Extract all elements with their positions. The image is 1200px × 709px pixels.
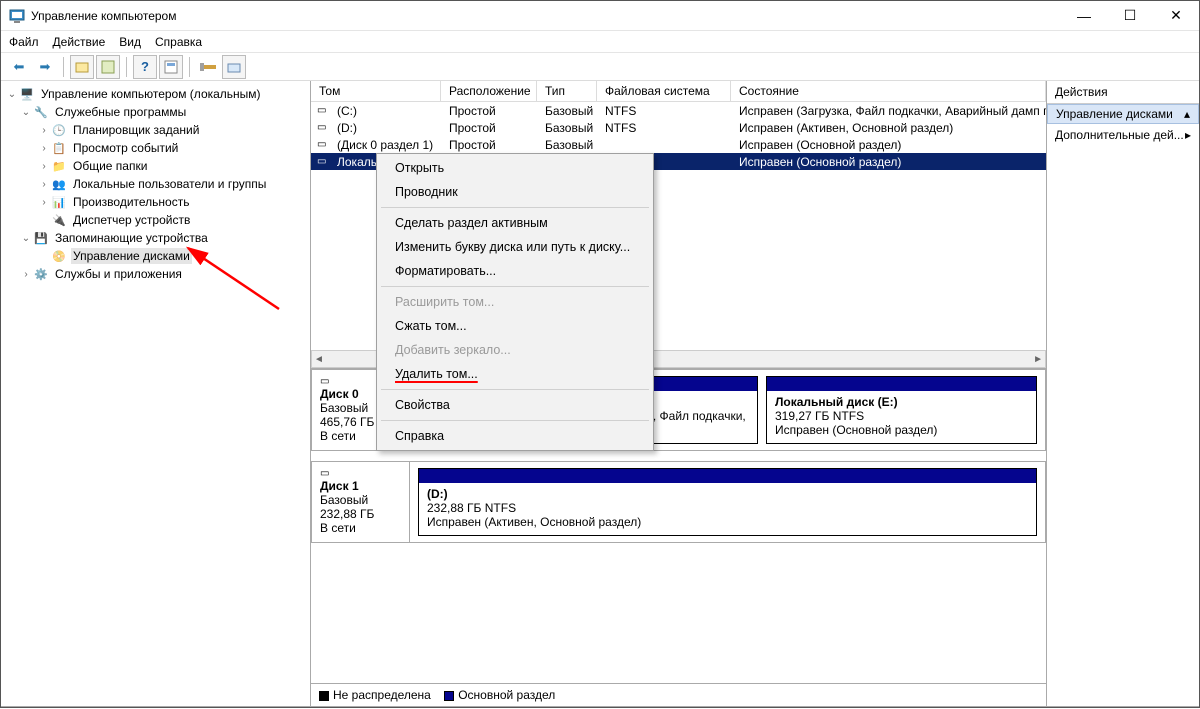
ctx-properties[interactable]: Свойства [379, 393, 651, 417]
close-button[interactable]: ✕ [1153, 1, 1199, 30]
ctx-make-active[interactable]: Сделать раздел активным [379, 211, 651, 235]
tree-shared-folders[interactable]: ›📁Общие папки [1, 157, 310, 175]
col-filesystem[interactable]: Файловая система [597, 81, 731, 101]
disk-icon: ▭ [317, 139, 333, 150]
col-type[interactable]: Тип [537, 81, 597, 101]
disk-icon: ▭ [317, 105, 333, 116]
chevron-right-icon: ▸ [1185, 128, 1191, 142]
tree-users[interactable]: ›👥Локальные пользователи и группы [1, 175, 310, 193]
toolbar-icon-5[interactable] [222, 55, 246, 79]
table-header: Том Расположение Тип Файловая система Со… [311, 81, 1046, 102]
ctx-format[interactable]: Форматировать... [379, 259, 651, 283]
forward-button[interactable]: ➡ [33, 55, 57, 79]
menu-action[interactable]: Действие [53, 35, 106, 49]
disk1-info: ▭ Диск 1 Базовый 232,88 ГБ В сети [312, 462, 410, 542]
ctx-shrink[interactable]: Сжать том... [379, 314, 651, 338]
disk0-partition3[interactable]: Локальный диск (E:)319,27 ГБ NTFSИсправе… [766, 376, 1037, 444]
toolbar-icon-3[interactable] [159, 55, 183, 79]
app-icon [9, 8, 25, 24]
ctx-explorer[interactable]: Проводник [379, 180, 651, 204]
maximize-button[interactable]: ☐ [1107, 1, 1153, 30]
actions-title: Действия [1047, 81, 1199, 104]
tree-system-tools[interactable]: ⌄🔧Служебные программы [1, 103, 310, 121]
menu-file[interactable]: Файл [9, 35, 39, 49]
disk1-block: ▭ Диск 1 Базовый 232,88 ГБ В сети (D:)23… [311, 461, 1046, 543]
tree-services[interactable]: ›⚙️Службы и приложения [1, 265, 310, 283]
separator [381, 286, 649, 287]
back-button[interactable]: ⬅ [7, 55, 31, 79]
table-row[interactable]: ▭(D:)ПростойБазовыйNTFSИсправен (Активен… [311, 119, 1046, 136]
col-layout[interactable]: Расположение [441, 81, 537, 101]
tree-performance[interactable]: ›📊Производительность [1, 193, 310, 211]
help-icon[interactable]: ? [133, 55, 157, 79]
toolbar-icon-1[interactable] [70, 55, 94, 79]
disk1-partition1[interactable]: (D:)232,88 ГБ NTFSИсправен (Активен, Осн… [418, 468, 1037, 536]
table-row[interactable]: ▭(Диск 0 раздел 1)ПростойБазовыйИсправен… [311, 136, 1046, 153]
menu-view[interactable]: Вид [119, 35, 141, 49]
separator [189, 57, 190, 77]
tree-event-viewer[interactable]: ›📋Просмотр событий [1, 139, 310, 157]
minimize-button[interactable]: — [1061, 1, 1107, 30]
separator [381, 389, 649, 390]
legend: Не распределена Основной раздел [311, 683, 1046, 706]
col-volume[interactable]: Том [311, 81, 441, 101]
ctx-delete-volume[interactable]: Удалить том... [379, 362, 651, 386]
tree-scheduler[interactable]: ›🕒Планировщик заданий [1, 121, 310, 139]
ctx-change-letter[interactable]: Изменить букву диска или путь к диску... [379, 235, 651, 259]
menu-help[interactable]: Справка [155, 35, 202, 49]
actions-selected[interactable]: Управление дисками▴ [1047, 104, 1199, 124]
separator [381, 420, 649, 421]
legend-swatch-black [319, 691, 329, 701]
tree-root[interactable]: ⌄🖥️Управление компьютером (локальным) [1, 85, 310, 103]
toolbar: ⬅ ➡ ? [1, 53, 1199, 81]
toolbar-icon-4[interactable] [196, 55, 220, 79]
table-row[interactable]: ▭(C:)ПростойБазовыйNTFSИсправен (Загрузк… [311, 102, 1046, 119]
tree-disk-management[interactable]: 📀Управление дисками [1, 247, 310, 265]
menubar: Файл Действие Вид Справка [1, 31, 1199, 53]
toolbar-icon-2[interactable] [96, 55, 120, 79]
window-title: Управление компьютером [31, 9, 1061, 23]
tree-device-manager[interactable]: 🔌Диспетчер устройств [1, 211, 310, 229]
chevron-up-icon: ▴ [1184, 107, 1190, 121]
separator [63, 57, 64, 77]
ctx-extend: Расширить том... [379, 290, 651, 314]
disk-icon: ▭ [317, 156, 333, 167]
context-menu: Открыть Проводник Сделать раздел активны… [376, 153, 654, 451]
separator [381, 207, 649, 208]
ctx-open[interactable]: Открыть [379, 156, 651, 180]
disk-icon: ▭ [317, 122, 333, 133]
tree-pane: ⌄🖥️Управление компьютером (локальным) ⌄🔧… [1, 81, 311, 706]
separator [126, 57, 127, 77]
tree-storage[interactable]: ⌄💾Запоминающие устройства [1, 229, 310, 247]
col-status[interactable]: Состояние [731, 81, 1046, 101]
legend-swatch-blue [444, 691, 454, 701]
titlebar: Управление компьютером — ☐ ✕ [1, 1, 1199, 31]
ctx-help[interactable]: Справка [379, 424, 651, 448]
actions-pane: Действия Управление дисками▴ Дополнитель… [1047, 81, 1199, 706]
actions-more[interactable]: Дополнительные дей...▸ [1047, 124, 1199, 146]
ctx-mirror: Добавить зеркало... [379, 338, 651, 362]
